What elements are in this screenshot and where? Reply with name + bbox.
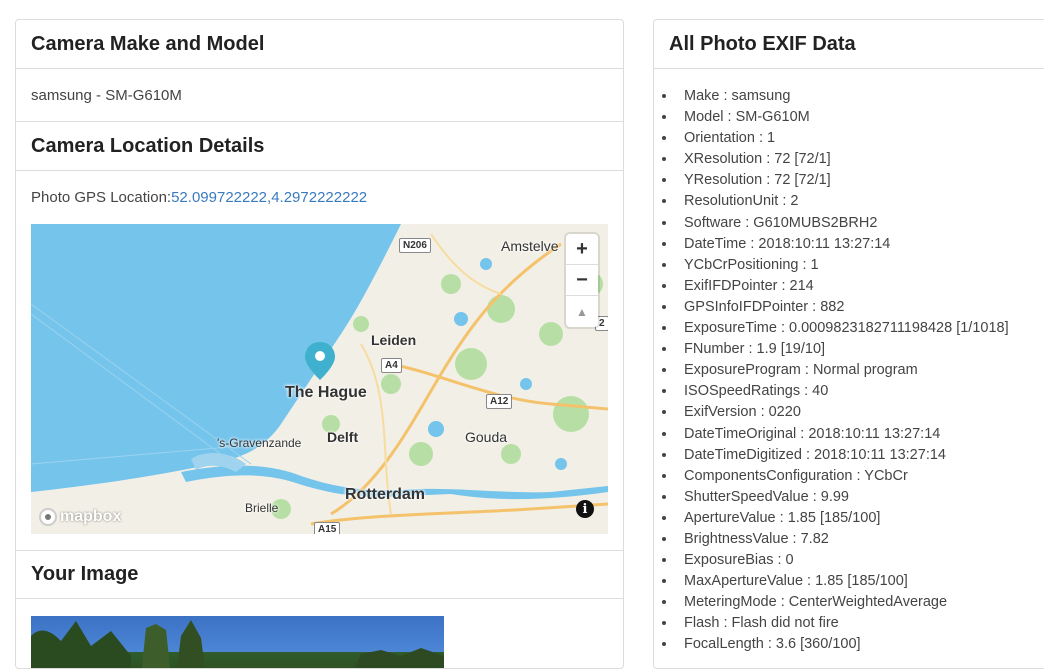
exif-item: GPSInfoIFDPointer : 882: [677, 297, 1044, 318]
exif-item: Flash : Flash did not fire: [677, 613, 1044, 634]
exif-item: XResolution : 72 [72/1]: [677, 149, 1044, 170]
map-label-amstelveen: Amstelve: [501, 238, 559, 254]
road-shield-a15: A15: [314, 522, 341, 534]
exif-item: DateTimeDigitized : 2018:10:11 13:27:14: [677, 445, 1044, 466]
exif-item: ShutterSpeedValue : 9.99: [677, 487, 1044, 508]
exif-item: MeteringMode : CenterWeightedAverage: [677, 592, 1044, 613]
photo-trees: [31, 620, 444, 668]
map-label-s-gravenzande: 's-Gravenzande: [217, 436, 302, 450]
exif-list: Make : samsungModel : SM-G610MOrientatio…: [654, 69, 1044, 656]
exif-item: Make : samsung: [677, 86, 1044, 107]
exif-item: Model : SM-G610M: [677, 107, 1044, 128]
your-image-header: Your Image: [16, 550, 623, 599]
exif-item: FocalLength : 3.6 [360/100]: [677, 634, 1044, 655]
location-map[interactable]: N206 A4 A12 A15 2 Amstelve Leiden The Ha…: [31, 224, 608, 534]
compass-button[interactable]: ▲: [566, 296, 598, 327]
exif-item: MaxApertureValue : 1.85 [185/100]: [677, 571, 1044, 592]
exif-item: ApertureValue : 1.85 [185/100]: [677, 508, 1044, 529]
compass-icon: ▲: [576, 304, 588, 319]
road-shield-a4: A4: [381, 358, 402, 373]
mapbox-logo-icon: [39, 508, 57, 526]
map-label-brielle: Brielle: [245, 501, 279, 515]
exif-item: FNumber : 1.9 [19/10]: [677, 339, 1044, 360]
map-label-rotterdam: Rotterdam: [345, 486, 426, 503]
exif-item: ResolutionUnit : 2: [677, 191, 1044, 212]
exif-item: BrightnessValue : 7.82: [677, 529, 1044, 550]
gps-location-label: Photo GPS Location:: [31, 189, 172, 206]
exif-item: YResolution : 72 [72/1]: [677, 170, 1044, 191]
exif-item: YCbCrPositioning : 1: [677, 255, 1044, 276]
exif-item: ExifVersion : 0220: [677, 402, 1044, 423]
exif-item: DateTimeOriginal : 2018:10:11 13:27:14: [677, 424, 1044, 445]
left-panel: Camera Make and Model samsung - SM-G610M…: [15, 19, 624, 669]
exif-item: ExposureProgram : Normal program: [677, 360, 1044, 381]
camera-location-header: Camera Location Details: [16, 122, 623, 171]
exif-item: Software : G610MUBS2BRH2: [677, 213, 1044, 234]
exif-item: ExposureTime : 0.0009823182711198428 [1/…: [677, 318, 1044, 339]
mapbox-logo[interactable]: mapbox: [39, 508, 121, 526]
gps-location-row: Photo GPS Location: 52.099722222,4.29722…: [16, 171, 623, 224]
map-label-leiden: Leiden: [371, 332, 417, 348]
zoom-out-button[interactable]: −: [566, 265, 598, 296]
exif-panel: All Photo EXIF Data Make : samsungModel …: [653, 19, 1044, 669]
exif-item: ISOSpeedRatings : 40: [677, 381, 1044, 402]
gps-location-link[interactable]: 52.099722222,4.2972222222: [171, 189, 367, 206]
exif-item: ExifIFDPointer : 214: [677, 276, 1044, 297]
exif-header: All Photo EXIF Data: [654, 20, 1044, 69]
exif-item: ExposureBias : 0: [677, 550, 1044, 571]
exif-item: ComponentsConfiguration : YCbCr: [677, 466, 1044, 487]
uploaded-photo: [31, 616, 444, 668]
map-tiles: [31, 224, 608, 534]
map-zoom-controls: + − ▲: [566, 234, 598, 327]
exif-item: Orientation : 1: [677, 128, 1044, 149]
attribution-info-icon[interactable]: i: [576, 500, 594, 518]
map-label-delft: Delft: [327, 429, 359, 445]
zoom-in-button[interactable]: +: [566, 234, 598, 265]
road-shield-a12: A12: [486, 394, 513, 409]
map-label-the-hague: The Hague: [285, 384, 367, 401]
map-label-gouda: Gouda: [465, 429, 508, 445]
camera-make-model-value: samsung - SM-G610M: [16, 69, 623, 122]
exif-item: DateTime : 2018:10:11 13:27:14: [677, 234, 1044, 255]
camera-make-model-header: Camera Make and Model: [16, 20, 623, 69]
road-shield-n206: N206: [399, 238, 431, 253]
mapbox-logo-text: mapbox: [60, 508, 122, 525]
